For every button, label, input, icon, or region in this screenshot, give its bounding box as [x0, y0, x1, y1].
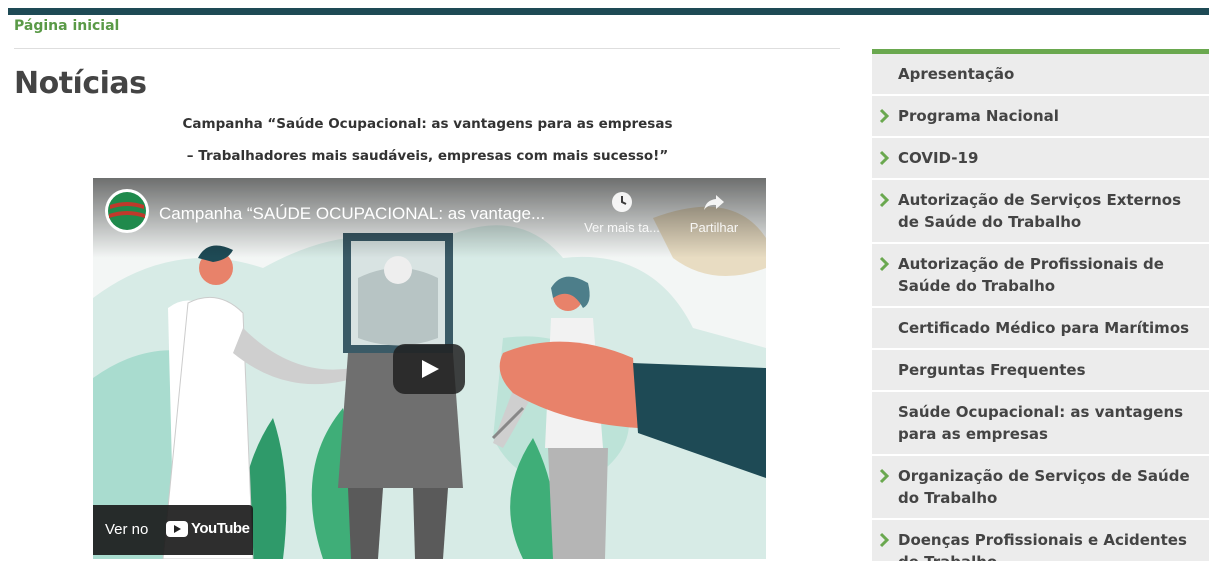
video-title[interactable]: Campanha “SAÚDE OCUPACIONAL: as vantage.… — [159, 204, 545, 224]
share-arrow-icon — [704, 195, 724, 210]
watch-later-button[interactable]: Ver mais ta... — [577, 190, 667, 235]
breadcrumb-home-link[interactable]: Página inicial — [14, 18, 119, 34]
breadcrumb-divider — [14, 48, 840, 49]
sidebar-item-1[interactable]: Apresentação — [872, 54, 1209, 96]
clock-icon — [612, 192, 632, 212]
sidebar-item-label: Certificado Médico para Marítimos — [898, 319, 1190, 337]
sidebar-item-7[interactable]: Perguntas Frequentes — [872, 350, 1209, 392]
sidebar-item-label: Programa Nacional — [898, 107, 1059, 125]
watch-on-youtube-button[interactable]: Ver no YouTube — [93, 505, 253, 555]
share-label: Partilhar — [689, 220, 739, 235]
page-title: Notícias — [14, 66, 147, 101]
chevron-right-icon — [879, 468, 890, 484]
campaign-subtitle-line-1: Campanha “Saúde Ocupacional: as vantagen… — [182, 116, 673, 132]
top-color-bar — [8, 8, 1209, 15]
sidebar-item-label: Doenças Profissionais e Acidentes de Tra… — [898, 531, 1187, 561]
youtube-play-icon — [166, 521, 188, 537]
sidebar-item-label: Autorização de Profissionais de Saúde do… — [898, 255, 1164, 295]
play-button[interactable] — [393, 344, 465, 394]
sidebar-item-3[interactable]: COVID-19 — [872, 138, 1209, 180]
watch-later-label: Ver mais ta... — [584, 220, 660, 235]
chevron-right-icon — [879, 256, 890, 272]
share-button[interactable]: Partilhar — [681, 190, 747, 235]
sidebar-item-label: Perguntas Frequentes — [898, 361, 1086, 379]
watch-on-label: Ver no — [105, 521, 149, 538]
sidebar-item-8[interactable]: Saúde Ocupacional: as vantagens para as … — [872, 392, 1209, 456]
sidebar-item-4[interactable]: Autorização de Serviços Externos de Saúd… — [872, 180, 1209, 244]
channel-logo[interactable] — [105, 189, 149, 233]
sidebar-item-label: Autorização de Serviços Externos de Saúd… — [898, 191, 1182, 231]
chevron-right-icon — [879, 192, 890, 208]
sidebar-item-6[interactable]: Certificado Médico para Marítimos — [872, 308, 1209, 350]
sidebar-item-2[interactable]: Programa Nacional — [872, 96, 1209, 138]
sidebar-item-label: Apresentação — [898, 65, 1015, 83]
sidebar-menu-list: Apresentação Programa Nacional COVID-19 Aut… — [872, 54, 1209, 561]
youtube-wordmark: YouTube — [191, 520, 250, 537]
campaign-subtitle-line-2: – Trabalhadores mais saudáveis, empresas… — [186, 148, 669, 164]
chevron-right-icon — [879, 108, 890, 124]
youtube-video-player[interactable]: Campanha “SAÚDE OCUPACIONAL: as vantage.… — [93, 178, 766, 559]
sidebar-item-10[interactable]: Doenças Profissionais e Acidentes de Tra… — [872, 520, 1209, 561]
chevron-right-icon — [879, 532, 890, 548]
sidebar-item-label: Saúde Ocupacional: as vantagens para as … — [898, 403, 1184, 443]
sidebar-item-label: Organização de Serviços de Saúde do Trab… — [898, 467, 1190, 507]
sidebar-item-5[interactable]: Autorização de Profissionais de Saúde do… — [872, 244, 1209, 308]
sidebar-item-9[interactable]: Organização de Serviços de Saúde do Trab… — [872, 456, 1209, 520]
sidebar-item-label: COVID-19 — [898, 149, 979, 167]
sidebar-menu: Apresentação Programa Nacional COVID-19 Aut… — [872, 49, 1209, 561]
channel-logo-icon — [108, 192, 146, 230]
chevron-right-icon — [879, 150, 890, 166]
